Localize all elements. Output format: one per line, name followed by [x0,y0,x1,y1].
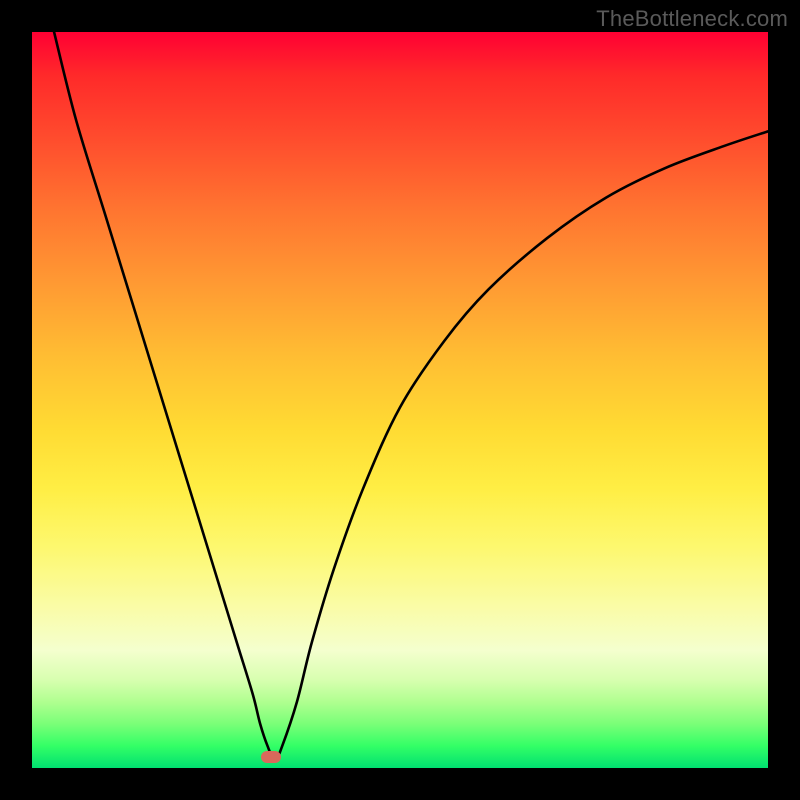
minimum-marker [261,751,281,763]
chart-container: TheBottleneck.com [0,0,800,800]
curve-svg [32,32,768,768]
plot-area [32,32,768,768]
watermark-text: TheBottleneck.com [596,6,788,32]
bottleneck-curve-path [54,32,768,761]
